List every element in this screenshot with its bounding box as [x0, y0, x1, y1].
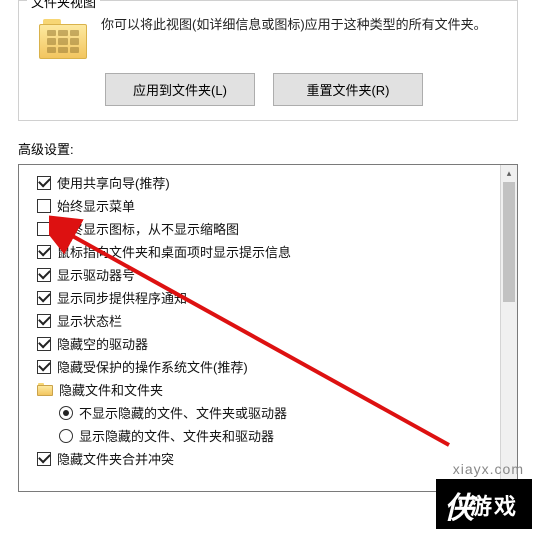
list-item[interactable]: 显示状态栏	[27, 309, 515, 332]
panel-description: 你可以将此视图(如详细信息或图标)应用于这种类型的所有文件夹。	[101, 15, 507, 59]
advanced-settings-listbox: 使用共享向导(推荐) 始终显示菜单始终显示图标，从不显示缩略图鼠标指向文件夹和桌面…	[18, 164, 518, 492]
folder-icon	[39, 19, 87, 59]
scroll-thumb[interactable]	[503, 182, 515, 302]
checkbox[interactable]	[37, 268, 51, 282]
list-item[interactable]: 隐藏受保护的操作系统文件(推荐)	[27, 355, 515, 378]
watermark-url: xiayx.com	[453, 461, 524, 477]
checkbox[interactable]	[37, 337, 51, 351]
list-item-label: 始终显示图标，从不显示缩略图	[57, 219, 239, 238]
checkbox[interactable]	[37, 245, 51, 259]
list-item[interactable]: 使用共享向导(推荐)	[27, 171, 515, 194]
list-item-label: 显示隐藏的文件、文件夹和驱动器	[79, 426, 274, 445]
checkbox[interactable]	[37, 222, 51, 236]
list-item[interactable]: 鼠标指向文件夹和桌面项时显示提示信息	[27, 240, 515, 263]
list-item[interactable]: 隐藏文件和文件夹	[27, 378, 515, 401]
list-item-label: 始终显示菜单	[57, 196, 135, 215]
list-item[interactable]: 隐藏文件夹合并冲突	[27, 447, 515, 470]
list-item[interactable]: 显示驱动器号	[27, 263, 515, 286]
checkbox[interactable]	[37, 291, 51, 305]
checkbox[interactable]	[37, 360, 51, 374]
list-item-label: 隐藏受保护的操作系统文件(推荐)	[57, 357, 248, 376]
list-item-label: 隐藏空的驱动器	[57, 334, 148, 353]
radio[interactable]	[59, 406, 73, 420]
list-item-label: 鼠标指向文件夹和桌面项时显示提示信息	[57, 242, 291, 261]
checkbox[interactable]	[37, 452, 51, 466]
list-item-label: 使用共享向导(推荐)	[57, 173, 170, 192]
list-item-label: 显示驱动器号	[57, 265, 135, 284]
list-item[interactable]: 始终显示图标，从不显示缩略图	[27, 217, 515, 240]
scroll-up-icon[interactable]: ▴	[501, 165, 517, 182]
folder-view-panel: 文件夹视图 你可以将此视图(如详细信息或图标)应用于这种类型的所有文件夹。 应用…	[18, 0, 518, 121]
panel-title: 文件夹视图	[27, 0, 100, 11]
list-item-label: 显示同步提供程序通知	[57, 288, 187, 307]
checkbox[interactable]	[37, 314, 51, 328]
reset-folders-button[interactable]: 重置文件夹(R)	[273, 73, 423, 106]
watermark-logo-icon: 侠	[444, 483, 476, 527]
folder-icon	[37, 383, 53, 396]
list-item-label: 显示状态栏	[57, 311, 122, 330]
list-item[interactable]: 隐藏空的驱动器	[27, 332, 515, 355]
checkbox[interactable]	[37, 176, 51, 190]
list-item-label: 隐藏文件夹合并冲突	[57, 449, 174, 468]
watermark-text: 游戏	[470, 489, 518, 521]
advanced-settings-label: 高级设置:	[18, 139, 536, 158]
list-item[interactable]: 不显示隐藏的文件、文件夹或驱动器	[27, 401, 515, 424]
list-item[interactable]: 显示隐藏的文件、文件夹和驱动器	[27, 424, 515, 447]
apply-to-folders-button[interactable]: 应用到文件夹(L)	[105, 73, 255, 106]
list-item[interactable]: 显示同步提供程序通知	[27, 286, 515, 309]
radio[interactable]	[59, 429, 73, 443]
watermark: xiayx.com 侠 游戏	[436, 479, 532, 529]
list-item-label: 不显示隐藏的文件、文件夹或驱动器	[79, 403, 287, 422]
list-item[interactable]: 始终显示菜单	[27, 194, 515, 217]
scrollbar[interactable]: ▴ ▾	[500, 165, 517, 491]
checkbox[interactable]	[37, 199, 51, 213]
list-item-label: 隐藏文件和文件夹	[59, 380, 163, 399]
